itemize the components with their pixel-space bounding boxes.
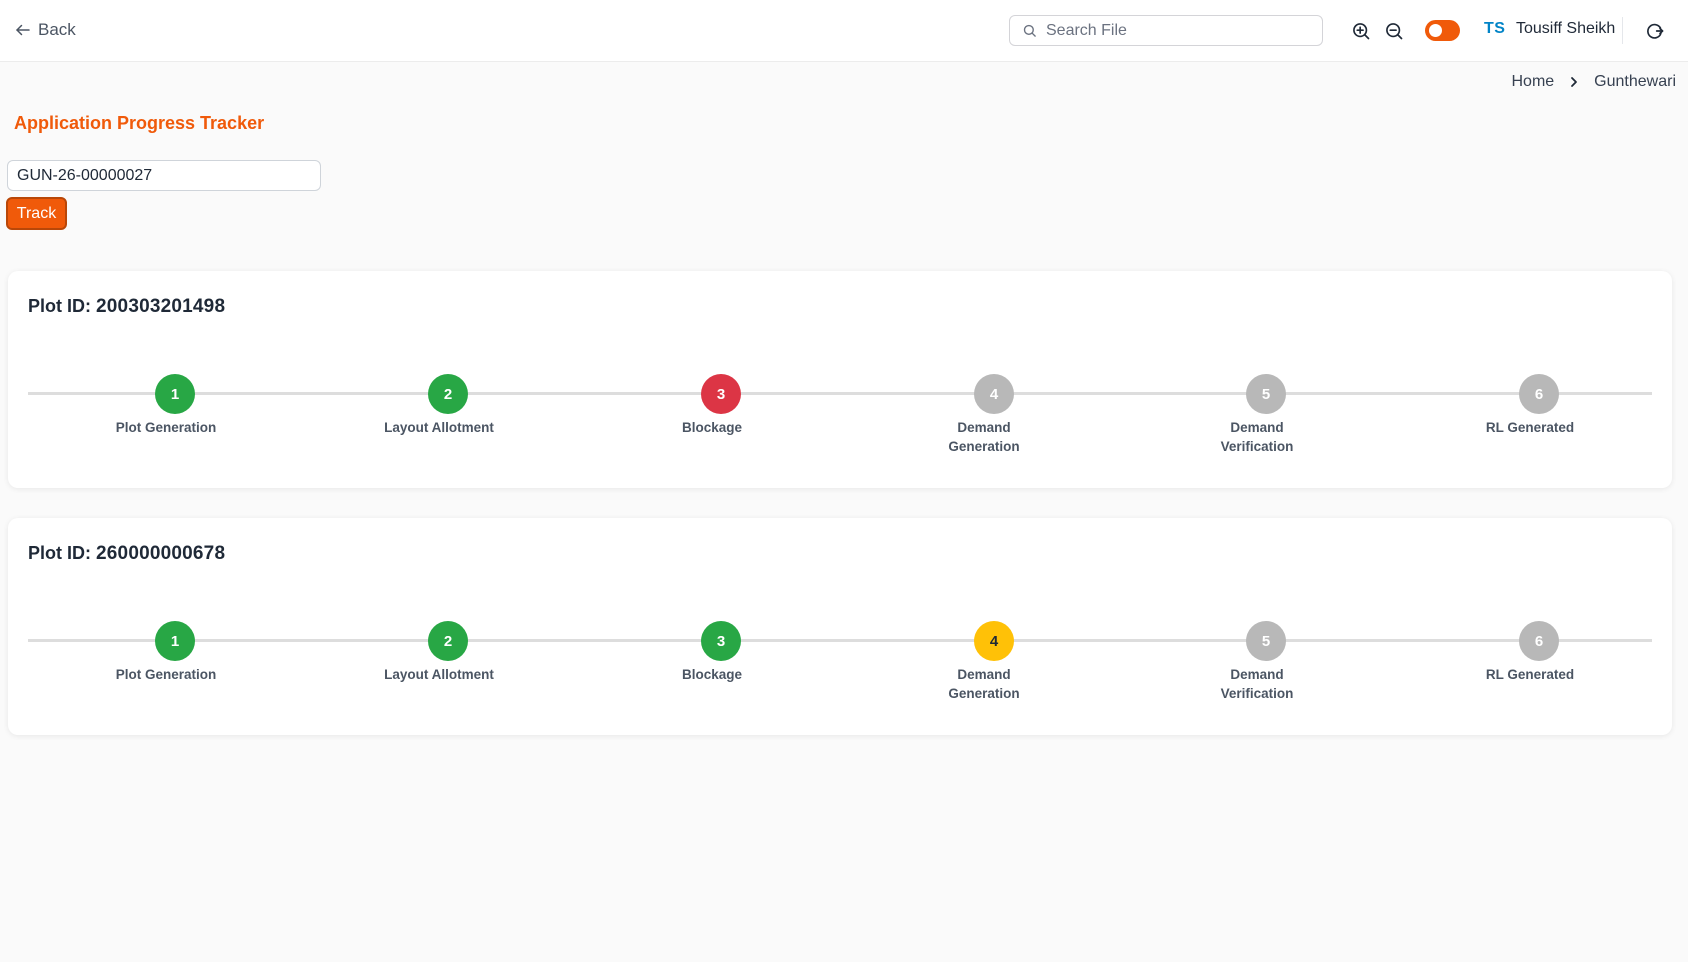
step-label: Plot Generation xyxy=(115,420,217,435)
theme-toggle[interactable] xyxy=(1425,20,1460,41)
zoom-out-icon[interactable] xyxy=(1384,21,1404,41)
back-label: Back xyxy=(38,20,76,39)
step-label: Demand Verification xyxy=(1220,667,1294,701)
step-circle: 5 xyxy=(1246,621,1286,661)
breadcrumb-current: Gunthewari xyxy=(1594,73,1676,90)
progress-stepper: 1 Plot Generation 2 Layout Allotment 3 Blocka… xyxy=(28,621,1652,723)
step-circle: 1 xyxy=(155,374,195,414)
user-name[interactable]: Tousiff Sheikh xyxy=(1516,20,1615,38)
step-label: Blockage xyxy=(681,420,743,435)
step-label: RL Generated xyxy=(1485,420,1575,435)
plot-title: Plot ID: 260000000678 xyxy=(28,543,225,565)
step-label: Demand Generation xyxy=(948,420,1020,454)
step-label: Layout Allotment xyxy=(384,667,494,682)
step-label: RL Generated xyxy=(1485,667,1575,682)
plot-id-value: 260000000678 xyxy=(96,543,226,564)
back-button[interactable]: Back xyxy=(14,18,76,42)
avatar[interactable]: TS xyxy=(1484,20,1505,38)
search-icon xyxy=(1023,24,1036,37)
arrow-left-icon xyxy=(16,24,30,36)
stepper-track-line xyxy=(28,639,1652,642)
step-circle: 5 xyxy=(1246,374,1286,414)
plot-id-value: 200303201498 xyxy=(96,296,226,317)
plot-card-2: Plot ID: 260000000678 1 Plot Generation 2 L… xyxy=(8,518,1672,735)
step-circle: 2 xyxy=(428,374,468,414)
step-circle: 4 xyxy=(974,621,1014,661)
progress-stepper: 1 Plot Generation 2 Layout Allotment 3 Blocka… xyxy=(28,374,1652,476)
track-button[interactable]: Track xyxy=(6,197,67,230)
logout-icon[interactable] xyxy=(1645,21,1665,41)
search-input[interactable] xyxy=(1046,21,1316,40)
search-box[interactable] xyxy=(1009,15,1323,46)
step-label: Demand Generation xyxy=(948,667,1020,701)
page-title: Application Progress Tracker xyxy=(14,113,265,133)
step-label: Layout Allotment xyxy=(384,420,494,435)
plot-id-label: Plot ID: xyxy=(28,543,91,563)
plot-card-1: Plot ID: 200303201498 1 Plot Generation 2 L… xyxy=(8,271,1672,488)
step-circle: 6 xyxy=(1519,621,1559,661)
step-circle: 1 xyxy=(155,621,195,661)
step-label: Demand Verification xyxy=(1220,420,1294,454)
breadcrumb-home[interactable]: Home xyxy=(1511,73,1554,91)
top-bar: Back TS Tousiff Sheikh xyxy=(0,0,1688,62)
zoom-in-icon[interactable] xyxy=(1351,21,1371,41)
step-label: Plot Generation xyxy=(115,667,217,682)
toggle-knob xyxy=(1429,24,1442,37)
plot-title: Plot ID: 200303201498 xyxy=(28,296,225,318)
plot-id-label: Plot ID: xyxy=(28,296,91,316)
step-circle: 2 xyxy=(428,621,468,661)
step-circle: 6 xyxy=(1519,374,1559,414)
breadcrumb: Home Gunthewari xyxy=(1511,73,1676,91)
step-label: Blockage xyxy=(681,667,743,682)
step-circle: 4 xyxy=(974,374,1014,414)
application-number-input[interactable] xyxy=(7,160,321,191)
step-circle: 3 xyxy=(701,374,741,414)
step-circle: 3 xyxy=(701,621,741,661)
stepper-track-line xyxy=(28,392,1652,395)
chevron-right-icon xyxy=(1571,77,1578,87)
divider xyxy=(1622,17,1623,44)
